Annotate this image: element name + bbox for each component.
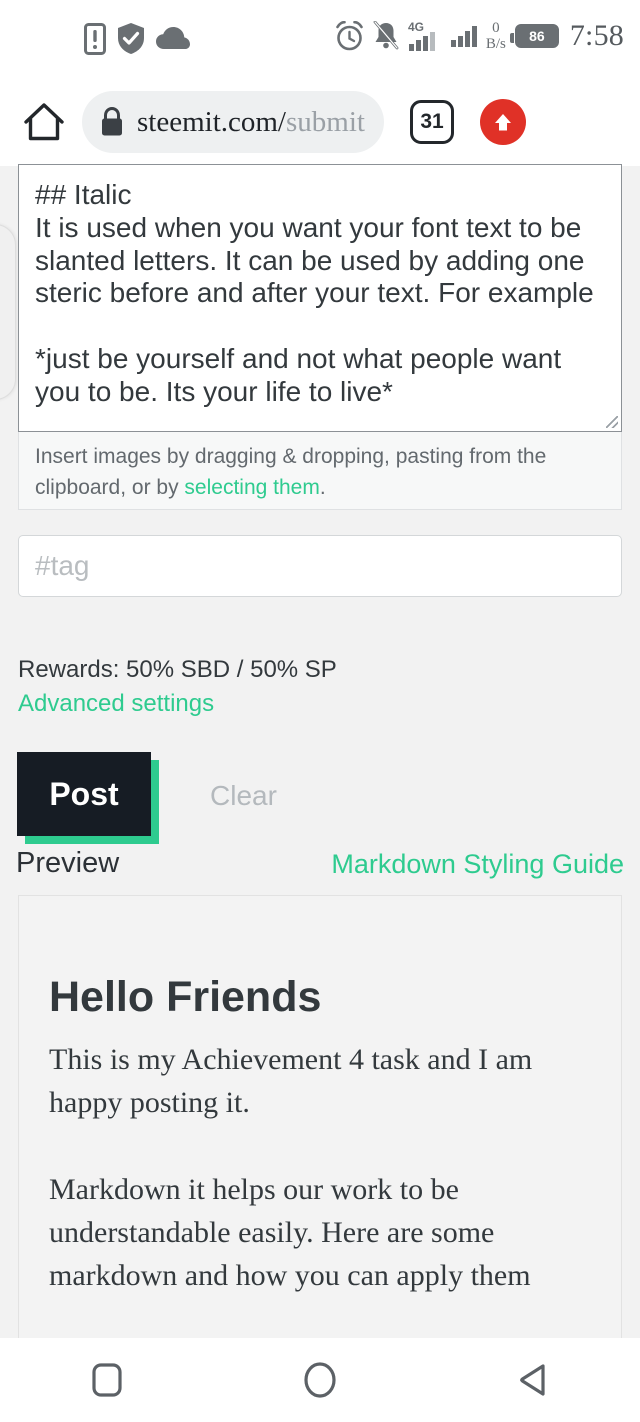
image-hint-text-after: . (319, 475, 326, 499)
preview-heading: Hello Friends (49, 973, 322, 1021)
tab-count-button[interactable]: 31 (410, 100, 454, 144)
circle-home-icon (304, 1362, 336, 1398)
square-recents-icon (92, 1363, 122, 1397)
battery-icon: 86 (509, 24, 559, 48)
edge-gesture-handle[interactable] (0, 224, 16, 400)
url-domain: steemit.com/ (137, 107, 286, 137)
triangle-back-icon (520, 1364, 545, 1396)
markdown-styling-guide-link[interactable]: Markdown Styling Guide (331, 849, 624, 880)
alarm-icon (336, 21, 363, 51)
post-button[interactable]: Post (17, 752, 151, 836)
rewards-label: Rewards: 50% SBD / 50% SP (18, 656, 337, 683)
preview-paragraph-2: Markdown it helps our work to be underst… (49, 1173, 531, 1292)
bell-muted-icon (373, 21, 399, 50)
status-bar-left-icons (84, 22, 190, 55)
nav-home-button[interactable] (275, 1338, 365, 1422)
preview-paragraph-1: This is my Achievement 4 task and I am h… (49, 1043, 533, 1120)
address-bar[interactable]: steemit.com/submit.ht (82, 91, 384, 153)
data-rate-unit: B/s (485, 35, 506, 52)
clock-time: 7:58 (569, 19, 624, 52)
editor-content: ## Italic It is used when you want your … (35, 179, 594, 407)
preview-label: Preview (16, 847, 120, 879)
tag-input[interactable]: #tag (18, 535, 622, 597)
status-bar: 4G 0 B/s 86 7:58 (0, 0, 640, 78)
svg-text:4G: 4G (408, 20, 424, 34)
shield-check-icon (118, 23, 144, 54)
address-bar-url: steemit.com/submit.ht (137, 108, 366, 137)
android-nav-bar (0, 1338, 640, 1422)
home-button[interactable] (12, 102, 76, 142)
nav-back-button[interactable] (488, 1338, 578, 1422)
phone-screen: 4G 0 B/s 86 7:58 steemit.com/submit 31 #… (0, 0, 640, 1422)
tag-input-placeholder: #tag (35, 550, 90, 581)
upload-button[interactable] (480, 99, 526, 145)
lock-icon (102, 107, 122, 136)
cloud-icon (156, 26, 190, 49)
image-insert-hint: Insert images by dragging & dropping, pa… (18, 432, 622, 510)
browser-toolbar: steemit.com/submit.ht 31 (0, 78, 640, 166)
phone-alert-icon (84, 22, 106, 55)
clear-button[interactable]: Clear (210, 780, 277, 812)
signal-bars-icon (450, 26, 477, 47)
markdown-editor-textarea[interactable]: ## Italic It is used when you want your … (18, 164, 622, 432)
select-images-link[interactable]: selecting them (184, 476, 319, 499)
status-bar-right-icons: 4G 0 B/s 86 7:58 (335, 20, 624, 52)
signal-4g-icon: 4G (408, 20, 435, 51)
textarea-resize-handle[interactable] (606, 416, 618, 428)
data-rate-value: 0 (492, 19, 500, 36)
home-icon (24, 103, 64, 141)
data-rate-indicator: 0 B/s (485, 19, 506, 52)
nav-recents-button[interactable] (62, 1338, 152, 1422)
preview-card: Hello Friends This is my Achievement 4 t… (18, 895, 622, 1338)
page-content: ## Italic It is used when you want your … (0, 164, 640, 1338)
advanced-settings-link[interactable]: Advanced settings (18, 690, 214, 718)
url-path: submit.ht (286, 107, 366, 137)
upload-arrow-icon (495, 114, 511, 131)
battery-level: 86 (516, 26, 557, 46)
